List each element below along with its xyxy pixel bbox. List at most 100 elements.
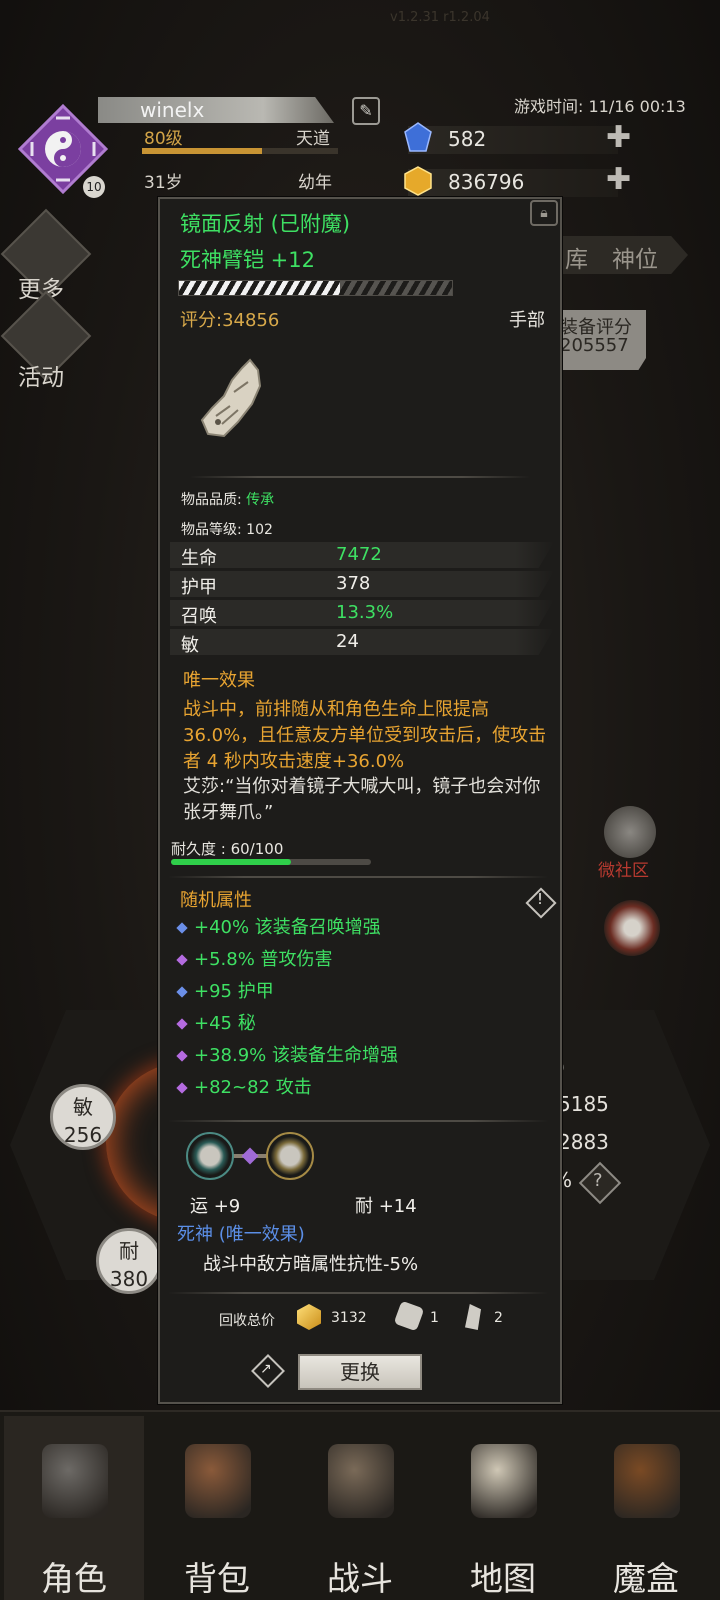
stat-value: 7472 (336, 544, 382, 565)
backpack-icon (185, 1444, 251, 1518)
help-glyph: ? (593, 1170, 603, 1191)
events-label[interactable]: 活动 (18, 358, 64, 392)
rune-socket-icon[interactable] (186, 1132, 234, 1180)
level-progress-fill (142, 148, 262, 154)
endurance-bonus: 耐 +14 (355, 1196, 417, 1217)
gem-bullet-icon (176, 1018, 188, 1030)
nav-label: 战斗 (327, 1559, 393, 1598)
badge-level: 10 (83, 176, 105, 198)
recycle-material-1-amount: 1 (430, 1310, 439, 1326)
stat-name: 生命 (181, 548, 217, 569)
stat-value: 13.3% (336, 602, 394, 623)
nav-tab[interactable]: 战斗 (290, 1416, 430, 1600)
separator (168, 1120, 548, 1122)
nav-tab[interactable]: 角色 (4, 1416, 144, 1600)
rune-socket-icon[interactable] (266, 1132, 314, 1180)
right-stat-2: 5185 (558, 1092, 609, 1116)
agility-bubble: 敏 256 (50, 1084, 116, 1150)
separator (168, 876, 548, 878)
item-quality: 物品品质: 传承 (181, 489, 274, 509)
stat-value: 378 (336, 573, 371, 594)
tab-storage[interactable]: 库 (565, 240, 588, 274)
replace-button[interactable]: 更换 (298, 1354, 422, 1390)
nav-tab[interactable]: 魔盒 (576, 1416, 716, 1600)
random-attribute: +5.8% 普攻伤害 (176, 945, 333, 971)
random-attribute-text: +40% 该装备召唤增强 (194, 917, 381, 938)
gem-count: 582 (448, 127, 487, 151)
nav-tab[interactable]: 地图 (433, 1416, 573, 1600)
stat-name: 敏 (181, 635, 199, 656)
gem-bullet-icon (176, 922, 188, 934)
name-plate (98, 97, 334, 123)
exclamation-glyph: ! (537, 890, 544, 908)
player-realm: 天道 (296, 129, 330, 149)
nav-label: 魔盒 (613, 1559, 679, 1598)
enhance-level-bar-empty (340, 281, 452, 295)
lock-icon[interactable]: 🔒︎ (530, 200, 558, 226)
nav-label: 角色 (41, 1559, 107, 1598)
recycle-gold-amount: 3132 (331, 1310, 367, 1326)
helmet-icon (42, 1444, 108, 1518)
random-attribute-text: +45 秘 (194, 1013, 256, 1034)
edit-name-button[interactable]: ✎ (352, 97, 380, 125)
recycle-material-2-amount: 2 (494, 1310, 503, 1326)
version-text: v1.2.31 r1.2.04 (390, 10, 490, 25)
blue-gem-icon (404, 122, 432, 152)
recycle-label: 回收总价 (219, 1313, 275, 1329)
random-attribute: +82~82 攻击 (176, 1073, 312, 1099)
unique-effect-description: 战斗中，前排随从和角色生命上限提高36.0%，且任意友方单位受到攻击后，使攻击者… (183, 699, 547, 772)
item-quality-value: 传承 (246, 492, 275, 508)
durability-bar-fill (171, 859, 291, 865)
endurance-value: 380 (109, 1267, 149, 1291)
random-attribute: +45 秘 (176, 1009, 256, 1035)
durability-text: 耐久度 : 60/100 (171, 840, 284, 858)
stat-name: 护甲 (181, 577, 217, 598)
endurance-bubble: 耐 380 (96, 1228, 162, 1294)
sword-shield-icon (328, 1444, 394, 1518)
unique-effect-heading: 唯一效果 (183, 670, 255, 691)
community-label[interactable]: 微社区 (598, 856, 649, 881)
random-attribute: +95 护甲 (176, 977, 274, 1003)
agility-label: 敏 (73, 1095, 93, 1119)
tab-divine[interactable]: 神位 (612, 240, 658, 274)
nav-label: 地图 (470, 1559, 536, 1598)
player-name: winelx (140, 98, 205, 122)
agility-value: 256 (63, 1123, 103, 1147)
stat-name: 召唤 (181, 606, 217, 627)
crown-icon[interactable] (604, 900, 660, 956)
random-attribute-text: +5.8% 普攻伤害 (194, 949, 333, 970)
community-icon[interactable] (604, 806, 656, 858)
item-slot: 手部 (509, 310, 545, 331)
game-time: 游戏时间: 11/16 00:13 (514, 97, 686, 116)
player-age: 31岁 (144, 173, 183, 193)
item-name: 死神臂铠 +12 (180, 248, 315, 272)
nav-label: 背包 (184, 1559, 250, 1598)
luck-bonus: 运 +9 (190, 1196, 241, 1217)
endurance-label: 耐 (119, 1239, 139, 1263)
nav-tab[interactable]: 背包 (147, 1416, 287, 1600)
flavor-text: 艾莎:“当你对着镜子大喊大叫，镜子也会对你张牙舞爪。” (183, 776, 541, 823)
random-attribute: +40% 该装备召唤增强 (176, 913, 381, 939)
random-attribute-text: +95 护甲 (194, 981, 274, 1002)
item-quality-label: 物品品质: (181, 492, 247, 508)
add-gold-button[interactable]: ✚ (606, 162, 631, 197)
random-attribute-text: +38.9% 该装备生命增强 (194, 1045, 398, 1066)
add-gems-button[interactable]: ✚ (606, 120, 631, 155)
gem-bullet-icon (176, 986, 188, 998)
stat-value: 24 (336, 631, 359, 652)
gem-bullet-icon (176, 954, 188, 966)
separator (190, 476, 530, 478)
item-level: 物品等级: 102 (181, 522, 273, 538)
magic-box-icon (614, 1444, 680, 1518)
gold-count: 836796 (448, 170, 525, 194)
random-attributes-heading: 随机属性 (180, 890, 252, 911)
set-effect: 战斗中敌方暗属性抗性-5% (203, 1254, 419, 1275)
random-attribute-text: +82~82 攻击 (194, 1077, 312, 1098)
gem-bullet-icon (176, 1050, 188, 1062)
share-icon: ↗ (260, 1361, 272, 1377)
set-name: 死神 (唯一效果) (177, 1224, 305, 1245)
equipment-score-value: 205557 (560, 335, 629, 356)
separator (168, 1292, 548, 1294)
gem-currency-row (408, 126, 618, 154)
bone-gauntlet-icon (200, 358, 262, 438)
